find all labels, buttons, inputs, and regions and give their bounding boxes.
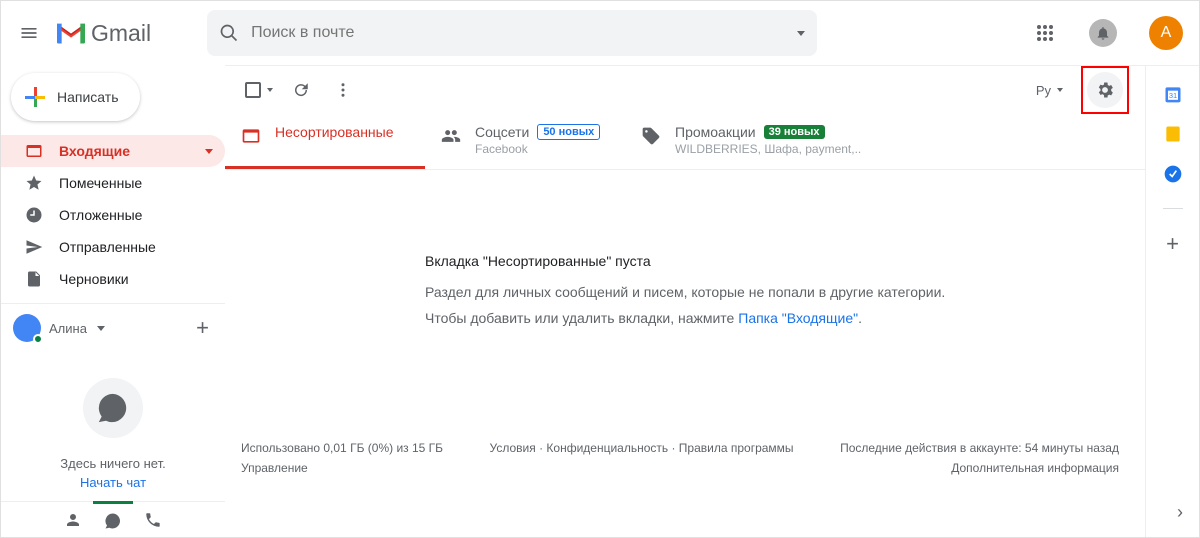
apps-grid-icon [1036,24,1054,42]
addon-keep[interactable] [1163,124,1183,144]
refresh-icon [292,81,310,99]
inbox-icon [25,142,43,160]
hangouts-tab-contacts[interactable] [53,502,93,538]
svg-text:31: 31 [1168,91,1176,100]
tab-primary[interactable]: Несортированные [225,114,425,169]
hangouts-tab-calls[interactable] [133,502,173,538]
compose-button[interactable]: Написать [11,73,140,121]
checkbox-icon [245,82,261,98]
gmail-logo-icon [57,22,85,44]
empty-line2: Чтобы добавить или удалить вкладки, нажм… [425,305,1129,332]
nav-sent-label: Отправленные [59,239,156,255]
compose-plus-icon [25,87,45,107]
hangouts-tab-chats[interactable] [93,501,133,537]
person-icon [64,511,82,529]
nav-drafts-label: Черновики [59,271,129,287]
footer-activity-line1: Последние действия в аккаунте: 54 минуты… [840,438,1119,458]
nav-inbox[interactable]: Входящие [1,135,225,167]
footer-storage-line1: Использовано 0,01 ГБ (0%) из 15 ГБ [241,438,443,458]
tab-primary-label: Несортированные [275,124,394,140]
nav-starred[interactable]: Помеченные [1,167,225,199]
hangouts-header[interactable]: Алина + [1,303,225,348]
hangouts-new-chat-button[interactable]: + [196,317,213,339]
search-options-caret[interactable] [797,31,805,36]
phone-icon [144,511,162,529]
chat-bubble-icon [104,512,122,530]
primary-tab-icon [241,126,261,146]
settings-highlight-box [1081,66,1129,114]
send-icon [25,238,43,256]
empty-line1: Раздел для личных сообщений и писем, кот… [425,279,1129,306]
addon-get-addons-button[interactable]: + [1166,233,1179,255]
main-menu-button[interactable] [17,21,41,45]
gmail-logo[interactable]: Gmail [57,20,151,47]
hangouts-user-name: Алина [49,321,87,336]
select-caret-icon [267,88,273,92]
settings-button[interactable] [1087,72,1123,108]
nav-sent[interactable]: Отправленные [1,231,225,263]
star-icon [25,174,43,192]
presence-badge [33,334,43,344]
empty-inbox-settings-link[interactable]: Папка "Входящие" [738,310,858,326]
tab-social-badge: 50 новых [537,124,600,140]
bell-icon [1095,25,1111,41]
nav-snoozed-label: Отложенные [59,207,142,223]
addon-tasks[interactable] [1163,164,1183,184]
promo-tab-icon [641,126,661,146]
tab-promo-badge: 39 новых [764,125,825,139]
lang-caret-icon [1057,88,1063,92]
nav-inbox-caret [205,149,213,154]
google-apps-button[interactable] [1033,21,1057,45]
search-input[interactable] [251,24,785,42]
addon-calendar[interactable]: 31 [1163,84,1183,104]
footer-storage: Использовано 0,01 ГБ (0%) из 15 ГБ Управ… [241,438,443,479]
empty-state: Вкладка "Несортированные" пуста Раздел д… [225,170,1145,332]
gear-icon [1095,80,1115,100]
tab-promo-sub: WILDBERRIES, Шафа, payment,.. [675,142,861,156]
nav-inbox-label: Входящие [59,143,189,159]
hangouts-empty-icon [83,378,143,438]
footer-activity-details-link[interactable]: Дополнительная информация [951,461,1119,475]
hangouts-caret-icon [97,326,105,331]
calendar-icon: 31 [1163,84,1183,104]
avatar-initial: А [1161,24,1172,42]
tab-promo-label: Промоакции [675,124,756,140]
refresh-button[interactable] [283,72,319,108]
collapse-sidepanel-button[interactable]: › [1177,502,1183,523]
footer-activity: Последние действия в аккаунте: 54 минуты… [840,438,1119,479]
more-vert-icon [334,81,352,99]
tab-social-sub: Facebook [475,142,600,156]
clock-icon [25,206,43,224]
footer-links[interactable]: Условия · Конфиденциальность · Правила п… [490,438,794,479]
tasks-icon [1163,164,1183,184]
addon-divider [1163,208,1183,209]
hamburger-icon [19,23,39,43]
nav-drafts[interactable]: Черновики [1,263,225,295]
gmail-logo-text: Gmail [91,20,151,47]
more-menu-button[interactable] [325,72,361,108]
social-tab-icon [441,126,461,146]
hangouts-avatar [13,314,41,342]
select-all-checkbox[interactable] [241,72,277,108]
nav-starred-label: Помеченные [59,175,142,191]
tab-social[interactable]: Соцсети 50 новых Facebook [425,114,625,169]
notifications-button[interactable] [1089,19,1117,47]
compose-label: Написать [57,89,118,105]
footer-storage-manage-link[interactable]: Управление [241,461,308,475]
search-bar[interactable] [207,10,817,56]
hangouts-start-chat-link[interactable]: Начать чат [1,475,225,490]
file-icon [25,270,43,288]
input-language-switch[interactable]: Ру [1030,79,1069,102]
tab-social-label: Соцсети [475,124,529,140]
lang-label: Ру [1036,83,1051,98]
keep-icon [1163,124,1183,144]
nav-snoozed[interactable]: Отложенные [1,199,225,231]
search-icon [219,23,239,43]
empty-title: Вкладка "Несортированные" пуста [425,248,1129,275]
hangouts-empty-state: Здесь ничего нет. Начать чат [1,348,225,490]
hangouts-empty-text: Здесь ничего нет. [1,456,225,471]
tab-promotions[interactable]: Промоакции 39 новых WILDBERRIES, Шафа, p… [625,114,877,169]
account-avatar[interactable]: А [1149,16,1183,50]
